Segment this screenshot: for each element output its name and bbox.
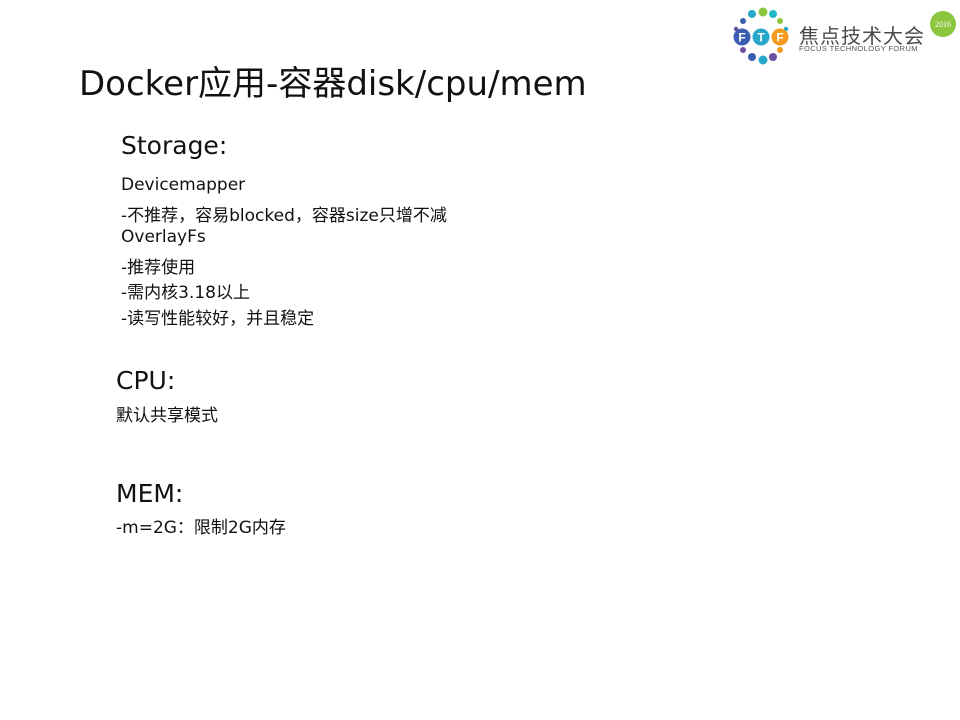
mem-heading: MEM: <box>116 479 184 508</box>
logo-letter: F <box>738 31 745 45</box>
slide: F T F 焦点技术大会 FOCUS TECHNOLOGY FORUM 2016… <box>0 0 960 720</box>
storage-line: Devicemapper <box>121 175 246 195</box>
logo-year-badge: 2016 <box>930 11 956 37</box>
slide-title: Docker应用-容器disk/cpu/mem <box>79 64 587 104</box>
logo-english-name: FOCUS TECHNOLOGY FORUM <box>799 44 918 53</box>
cpu-line: 默认共享模式 <box>116 406 218 426</box>
logo-letter: F <box>776 31 783 45</box>
ftf-logo: F T F 焦点技术大会 FOCUS TECHNOLOGY FORUM 2016 <box>728 6 958 68</box>
storage-heading: Storage: <box>121 131 228 160</box>
logo-letter: T <box>757 31 765 45</box>
storage-line: -需内核3.18以上 <box>121 283 250 303</box>
storage-line: -不推荐，容易blocked，容器size只增不减 <box>121 206 447 226</box>
cpu-heading: CPU: <box>116 366 176 395</box>
storage-line: -推荐使用 <box>121 258 196 278</box>
ftf-dots-icon: F T F <box>733 7 789 65</box>
storage-line: -读写性能较好，并且稳定 <box>121 309 315 329</box>
mem-line: -m=2G：限制2G内存 <box>116 518 286 538</box>
storage-line: OverlayFs <box>121 227 206 247</box>
